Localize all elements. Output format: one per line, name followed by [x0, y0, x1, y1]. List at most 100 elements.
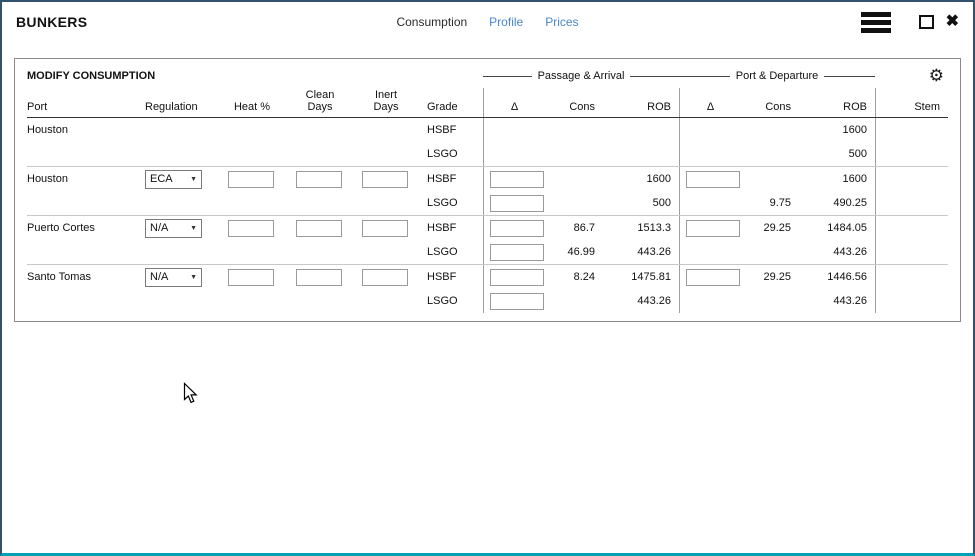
- clean-days-input[interactable]: [296, 171, 342, 188]
- port-rob-value: 1484.05: [799, 216, 875, 240]
- clean-days-input[interactable]: [296, 269, 342, 286]
- passage-delta-input[interactable]: [490, 269, 544, 286]
- port-rob-value: 443.26: [799, 289, 875, 313]
- port-name: Santo Tomas: [27, 265, 145, 289]
- port-rob-value: 500: [799, 142, 875, 166]
- table-row: HoustonHSBF1600: [27, 118, 948, 142]
- port-group: HoustonHSBF1600LSGO500: [27, 118, 948, 166]
- table-group-header-row: MODIFY CONSUMPTION Passage & Arrival Por…: [27, 64, 948, 88]
- col-header-passage-rob: ROB: [603, 88, 679, 117]
- port-delta-input[interactable]: [686, 269, 740, 286]
- regulation-cell: N/A▼: [145, 265, 227, 289]
- passage-rob-value: 1475.81: [603, 265, 679, 289]
- port-cons-value: [741, 240, 799, 264]
- inert-days-input-cell: [361, 191, 427, 215]
- col-header-heat: Heat %: [227, 88, 295, 117]
- settings-gear-icon[interactable]: ⚙: [929, 66, 948, 86]
- passage-rob-value: 443.26: [603, 240, 679, 264]
- passage-delta-cell: [483, 289, 545, 313]
- panel-title: MODIFY CONSUMPTION: [27, 70, 483, 82]
- port-delta-cell: [679, 142, 741, 166]
- regulation-cell: [145, 118, 227, 142]
- table-row: LSGO500: [27, 142, 948, 166]
- title-bar: BUNKERS Consumption Profile Prices ✖: [2, 2, 973, 42]
- port-delta-cell: [679, 191, 741, 215]
- table-row: LSGO5009.75490.25: [27, 191, 948, 215]
- regulation-cell: [145, 240, 227, 264]
- consumption-table-body: HoustonHSBF1600LSGO500HoustonECA▼HSBF160…: [27, 118, 948, 313]
- regulation-select[interactable]: ECA▼: [145, 170, 202, 189]
- bunkers-window: BUNKERS Consumption Profile Prices ✖ MOD…: [0, 0, 975, 556]
- col-header-grade: Grade: [427, 88, 483, 117]
- window-title: BUNKERS: [16, 14, 87, 30]
- port-cons-value: [741, 289, 799, 313]
- maximize-icon[interactable]: [919, 15, 934, 29]
- heat-input[interactable]: [228, 171, 274, 188]
- port-cons-value: 29.25: [741, 216, 799, 240]
- port-delta-input[interactable]: [686, 220, 740, 237]
- tab-prices[interactable]: Prices: [545, 15, 578, 29]
- port-group: Santo TomasN/A▼HSBF8.241475.8129.251446.…: [27, 264, 948, 313]
- heat-input[interactable]: [228, 269, 274, 286]
- chevron-down-icon: ▼: [190, 225, 197, 232]
- passage-rob-value: 1513.3: [603, 216, 679, 240]
- heat-input-cell: [227, 191, 295, 215]
- regulation-cell: [145, 142, 227, 166]
- inert-days-input-cell: [361, 240, 427, 264]
- clean-days-input[interactable]: [296, 220, 342, 237]
- clean-days-input-cell: [295, 265, 361, 289]
- port-cons-value: [741, 118, 799, 142]
- port-rob-value: 490.25: [799, 191, 875, 215]
- port-rob-value: 1600: [799, 167, 875, 191]
- passage-rob-value: 1600: [603, 167, 679, 191]
- chevron-down-icon: ▼: [190, 176, 197, 183]
- regulation-value: N/A: [150, 222, 168, 234]
- tab-profile[interactable]: Profile: [489, 15, 523, 29]
- inert-days-input[interactable]: [362, 220, 408, 237]
- passage-delta-input[interactable]: [490, 293, 544, 310]
- port-delta-cell: [679, 265, 741, 289]
- port-departure-label: Port & Departure: [730, 70, 825, 82]
- regulation-select[interactable]: N/A▼: [145, 268, 202, 287]
- inert-days-input[interactable]: [362, 269, 408, 286]
- passage-delta-cell: [483, 216, 545, 240]
- modify-consumption-panel: MODIFY CONSUMPTION Passage & Arrival Por…: [14, 58, 961, 322]
- inert-days-input-cell: [361, 216, 427, 240]
- tab-consumption[interactable]: Consumption: [396, 15, 467, 29]
- passage-cons-value: [545, 289, 603, 313]
- regulation-select[interactable]: N/A ▼: [145, 219, 202, 238]
- port-departure-group-label: Port & Departure: [679, 70, 875, 82]
- col-header-port: Port: [27, 88, 145, 117]
- heat-input-cell: [227, 289, 295, 313]
- heat-input[interactable]: [228, 220, 274, 237]
- port-name: [27, 289, 145, 313]
- passage-delta-input[interactable]: [490, 244, 544, 261]
- passage-delta-cell: [483, 240, 545, 264]
- passage-rob-value: [603, 142, 679, 166]
- port-name: [27, 191, 145, 215]
- port-name: Houston: [27, 167, 145, 191]
- grade-label: HSBF: [427, 265, 483, 289]
- port-delta-input[interactable]: [686, 171, 740, 188]
- clean-days-input-cell: [295, 142, 361, 166]
- regulation-cell: [145, 289, 227, 313]
- port-name: Houston: [27, 118, 145, 142]
- clean-days-input-cell: [295, 118, 361, 142]
- passage-cons-value: 46.99: [545, 240, 603, 264]
- port-delta-cell: [679, 118, 741, 142]
- passage-delta-input[interactable]: [490, 171, 544, 188]
- menu-icon[interactable]: [861, 12, 891, 33]
- port-name: [27, 240, 145, 264]
- stem-value: [875, 191, 948, 215]
- port-rob-value: 443.26: [799, 240, 875, 264]
- passage-cons-value: [545, 142, 603, 166]
- passage-delta-input[interactable]: [490, 220, 544, 237]
- inert-days-input[interactable]: [362, 171, 408, 188]
- passage-delta-cell: [483, 191, 545, 215]
- port-name: [27, 142, 145, 166]
- port-cons-value: 29.25: [741, 265, 799, 289]
- close-icon[interactable]: ✖: [946, 14, 959, 30]
- clean-days-input-cell: [295, 191, 361, 215]
- passage-delta-input[interactable]: [490, 195, 544, 212]
- passage-cons-value: [545, 191, 603, 215]
